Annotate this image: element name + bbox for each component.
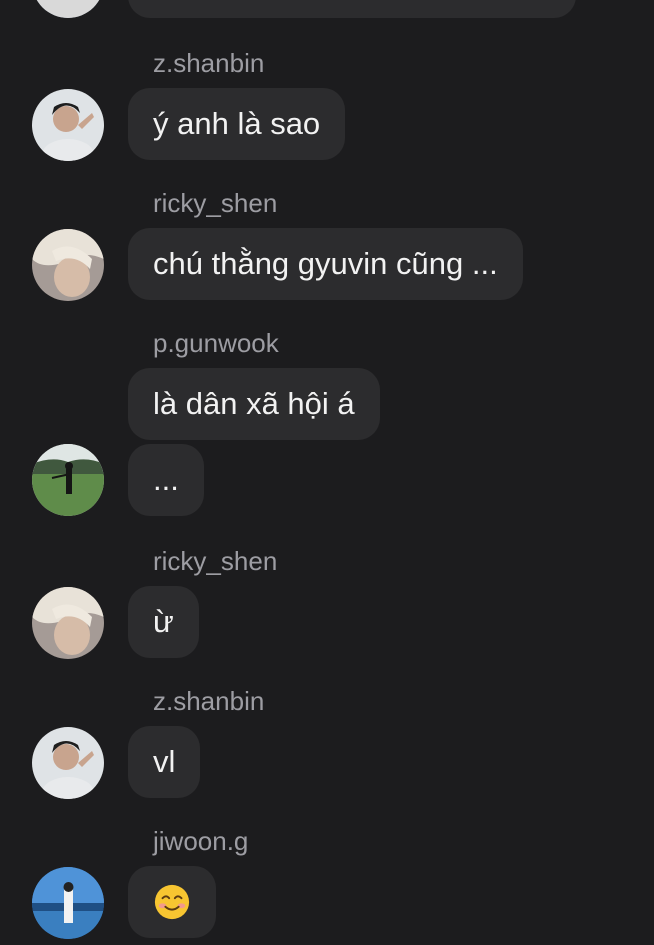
smiling-face-icon — [154, 884, 190, 919]
avatar-z-shanbin[interactable] — [32, 727, 104, 799]
message-bubble[interactable] — [128, 0, 576, 18]
avatar-z-shanbin[interactable] — [32, 89, 104, 161]
message-bubble[interactable]: ... — [128, 444, 204, 516]
message-bubble[interactable]: là dân xã hội á — [128, 368, 380, 440]
message-text: chú thằng gyuvin cũng ... — [153, 246, 498, 281]
message-bubble[interactable]: ☺️ — [128, 866, 216, 938]
sender-name: z.shanbin — [153, 48, 265, 78]
sender-name: ricky_shen — [153, 546, 278, 576]
avatar-p-gunwook[interactable] — [32, 444, 104, 516]
message-text: ... — [153, 462, 179, 497]
avatar-ricky-shen[interactable] — [32, 229, 104, 301]
message-text: ý anh là sao — [153, 106, 321, 141]
message-bubble[interactable]: chú thằng gyuvin cũng ... — [128, 228, 523, 300]
sender-name: ricky_shen — [153, 188, 278, 218]
avatar-jiwoon-g[interactable] — [32, 867, 104, 939]
message-bubble[interactable]: vl — [128, 726, 201, 798]
message-text: là dân xã hội á — [153, 386, 355, 421]
sender-name: p.gunwook — [153, 328, 279, 358]
chat-thread: z.shanbin ý anh là sao ricky_shen chú th… — [0, 0, 654, 945]
message-text: vl — [153, 744, 176, 779]
avatar-ricky-shen[interactable] — [32, 587, 104, 659]
message-bubble[interactable]: ý anh là sao — [128, 88, 346, 160]
sender-name: z.shanbin — [153, 686, 265, 716]
avatar-top-cropped[interactable] — [32, 0, 104, 18]
message-text: ừ — [153, 604, 174, 639]
sender-name: jiwoon.g — [153, 826, 249, 856]
message-bubble[interactable]: ừ — [128, 586, 199, 658]
